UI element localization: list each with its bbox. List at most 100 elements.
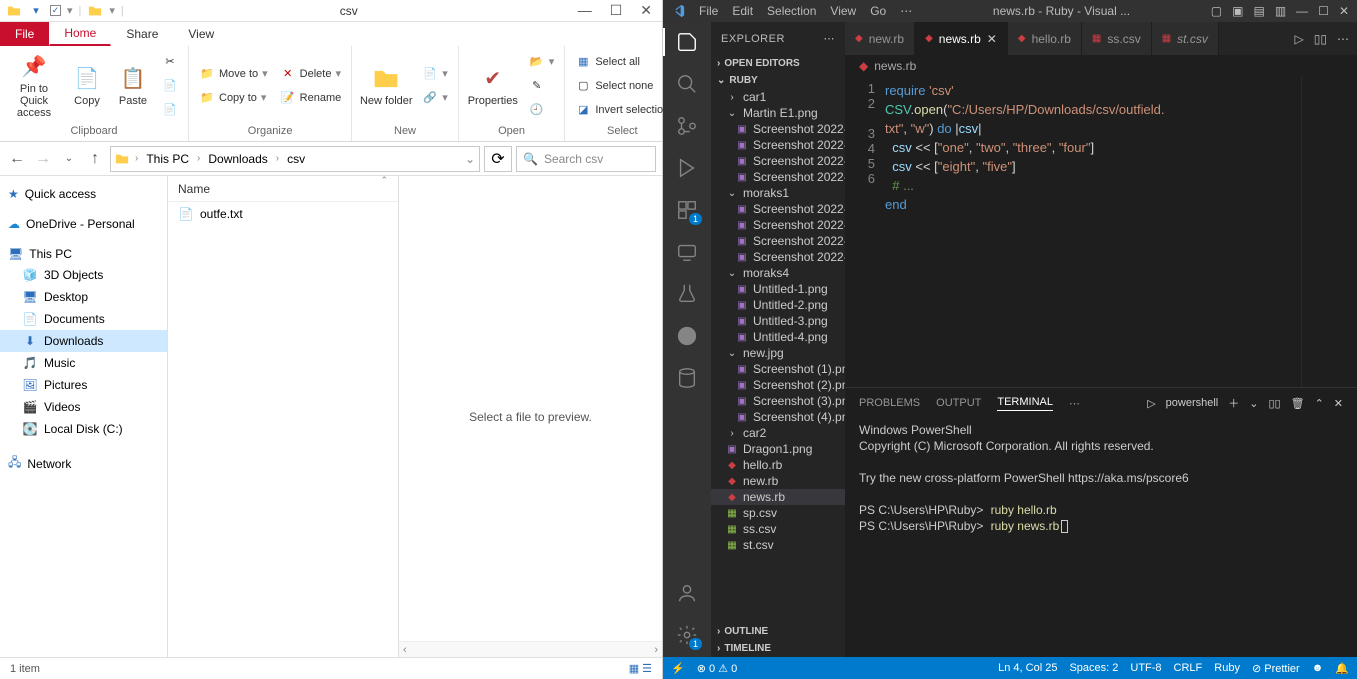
more-icon[interactable]: ⋯ xyxy=(824,32,836,45)
newfolder-button[interactable]: New folder xyxy=(358,50,414,122)
address-bar[interactable]: › This PC› Downloads› csv ⌄ xyxy=(110,146,480,172)
menu-view[interactable]: View xyxy=(830,4,856,18)
panel-output[interactable]: OUTPUT xyxy=(936,397,981,409)
crumb[interactable]: This PC xyxy=(144,152,191,166)
split-editor-button[interactable]: ▯▯ xyxy=(1314,32,1327,46)
pin-quickaccess-button[interactable]: 📌 Pin to Quick access xyxy=(6,50,62,122)
history-button[interactable]: 🕘 xyxy=(525,100,559,120)
up-button[interactable]: ↑ xyxy=(84,148,106,170)
chevron-down-icon[interactable]: ⌄ xyxy=(1249,397,1258,410)
tab-file[interactable]: File xyxy=(0,22,49,46)
minimize-button[interactable]: — xyxy=(578,2,592,19)
errors-button[interactable]: ⊗ 0 ⚠ 0 xyxy=(697,662,738,675)
editor[interactable]: 12 3456 require 'csv' CSV.open("C:/Users… xyxy=(845,77,1357,387)
scm-icon[interactable] xyxy=(675,114,699,138)
nav-item[interactable]: 💽Local Disk (C:) xyxy=(0,418,167,440)
moveto-button[interactable]: 📁Move to▾ xyxy=(195,64,272,84)
split-terminal-button[interactable]: ▯▯ xyxy=(1268,397,1280,410)
column-header[interactable]: Name ⌃ xyxy=(168,176,398,202)
layout-icon[interactable]: ▣ xyxy=(1232,4,1243,18)
trash-icon[interactable]: 🗑 xyxy=(1291,397,1305,410)
spaces[interactable]: Spaces: 2 xyxy=(1069,662,1118,674)
nav-item[interactable]: 🧊3D Objects xyxy=(0,264,167,286)
layout-icon[interactable]: ▤ xyxy=(1253,4,1264,18)
tab-view[interactable]: View xyxy=(173,22,229,46)
onedrive[interactable]: ☁OneDrive - Personal xyxy=(0,214,167,234)
account-icon[interactable] xyxy=(675,581,699,605)
tree-item[interactable]: ⌄Martin E1.png xyxy=(711,105,845,121)
editor-tab[interactable]: ▦st.csv xyxy=(1152,22,1219,55)
tree-item[interactable]: ›car1 xyxy=(711,89,845,105)
tree-item[interactable]: ◆news.rb xyxy=(711,489,845,505)
prettier[interactable]: ⊘ Prettier xyxy=(1252,662,1300,675)
layout-icon[interactable]: ▢ xyxy=(1211,4,1222,18)
tree-item[interactable]: ⌄new.jpg xyxy=(711,345,845,361)
open-button[interactable]: 📂▾ xyxy=(525,52,559,72)
layout-icon[interactable]: ▥ xyxy=(1275,4,1286,18)
properties-button[interactable]: ✔ Properties xyxy=(465,50,521,122)
forward-button[interactable]: → xyxy=(32,148,54,170)
tree-item[interactable]: ▦sp.csv xyxy=(711,505,845,521)
launch-profile-icon[interactable]: ▷ xyxy=(1147,397,1155,410)
tree-item[interactable]: ▦st.csv xyxy=(711,537,845,553)
selectnone-button[interactable]: ▢Select none xyxy=(571,76,673,96)
tree-item[interactable]: ▣Untitled-3.png xyxy=(711,313,845,329)
pasteshortcut-button[interactable]: 📄 xyxy=(158,100,182,120)
selectall-button[interactable]: ▦Select all xyxy=(571,52,673,72)
menu-file[interactable]: File xyxy=(699,4,718,18)
horizontal-scrollbar[interactable]: ‹› xyxy=(399,641,662,657)
tree-item[interactable]: ▣Screenshot (1).png xyxy=(711,361,845,377)
tree-item[interactable]: ▣Screenshot 2022-02-... xyxy=(711,169,845,185)
crumb[interactable]: Downloads xyxy=(206,152,269,166)
tree-item[interactable]: ▣Screenshot (3).png xyxy=(711,393,845,409)
save-icon[interactable]: ▾ xyxy=(28,3,44,19)
tree-item[interactable]: ▣Screenshot 2022-01-... xyxy=(711,217,845,233)
timeline-section[interactable]: ›TIMELINE xyxy=(711,640,845,657)
tree-item[interactable]: ▣Untitled-2.png xyxy=(711,297,845,313)
close-button[interactable]: ✕ xyxy=(640,2,652,19)
tab-share[interactable]: Share xyxy=(111,22,173,46)
extensions-icon[interactable]: 1 xyxy=(675,198,699,222)
checkbox-icon[interactable]: ✓ xyxy=(50,5,61,16)
edit-button[interactable]: ✎ xyxy=(525,76,559,96)
copyto-button[interactable]: 📁Copy to▾ xyxy=(195,88,272,108)
minimize-button[interactable]: — xyxy=(1296,4,1308,18)
bell-icon[interactable]: 🔔 xyxy=(1335,662,1349,675)
nav-item[interactable]: 📄Documents xyxy=(0,308,167,330)
code-content[interactable]: require 'csv' CSV.open("C:/Users/HP/Down… xyxy=(885,77,1301,387)
editor-tab[interactable]: ▦ss.csv xyxy=(1082,22,1152,55)
tree-item[interactable]: ▣Screenshot 2022-02-... xyxy=(711,137,845,153)
minimap[interactable] xyxy=(1301,77,1357,387)
test-icon[interactable] xyxy=(675,282,699,306)
menu-edit[interactable]: Edit xyxy=(732,4,753,18)
remote-button[interactable]: ⚡ xyxy=(671,662,685,675)
terminal[interactable]: Windows PowerShell Copyright (C) Microso… xyxy=(845,418,1357,657)
rename-button[interactable]: 📝Rename xyxy=(276,88,346,108)
tree-item[interactable]: ▣Screenshot 2022-02-... xyxy=(711,233,845,249)
tree-item[interactable]: ▣Screenshot 2022-02-... xyxy=(711,249,845,265)
nav-item[interactable]: 🖼Pictures xyxy=(0,374,167,396)
search-box[interactable]: 🔍 Search csv xyxy=(516,146,656,172)
editor-tab[interactable]: ◆news.rb✕ xyxy=(915,22,1008,55)
run-button[interactable]: ▷ xyxy=(1295,32,1304,46)
view-buttons[interactable]: ▦ ☰ xyxy=(629,662,652,675)
open-editors-section[interactable]: ›OPEN EDITORS xyxy=(711,55,845,72)
feedback-icon[interactable]: ☻ xyxy=(1312,662,1324,674)
recent-button[interactable]: ⌄ xyxy=(58,148,80,170)
editor-tab[interactable]: ◆hello.rb xyxy=(1008,22,1082,55)
editor-tab[interactable]: ◆new.rb xyxy=(845,22,915,55)
refresh-button[interactable]: ⟳ xyxy=(484,146,512,172)
tree-item[interactable]: ⌄moraks4 xyxy=(711,265,845,281)
tree-item[interactable]: ▣Screenshot (4).png xyxy=(711,409,845,425)
more-icon[interactable]: ⋯ xyxy=(1337,32,1349,46)
panel-problems[interactable]: PROBLEMS xyxy=(859,397,920,409)
close-button[interactable]: ✕ xyxy=(1339,4,1349,18)
nav-item[interactable]: 🎬Videos xyxy=(0,396,167,418)
shell-name[interactable]: powershell xyxy=(1166,397,1219,409)
cut-button[interactable]: ✂ xyxy=(158,52,182,72)
db-icon[interactable] xyxy=(675,366,699,390)
breadcrumb[interactable]: ◆ news.rb xyxy=(845,55,1357,77)
tree-item[interactable]: ▣Screenshot (2).png xyxy=(711,377,845,393)
tree-item[interactable]: ▣Untitled-4.png xyxy=(711,329,845,345)
tree-item[interactable]: ▣Screenshot 2022-01-... xyxy=(711,121,845,137)
